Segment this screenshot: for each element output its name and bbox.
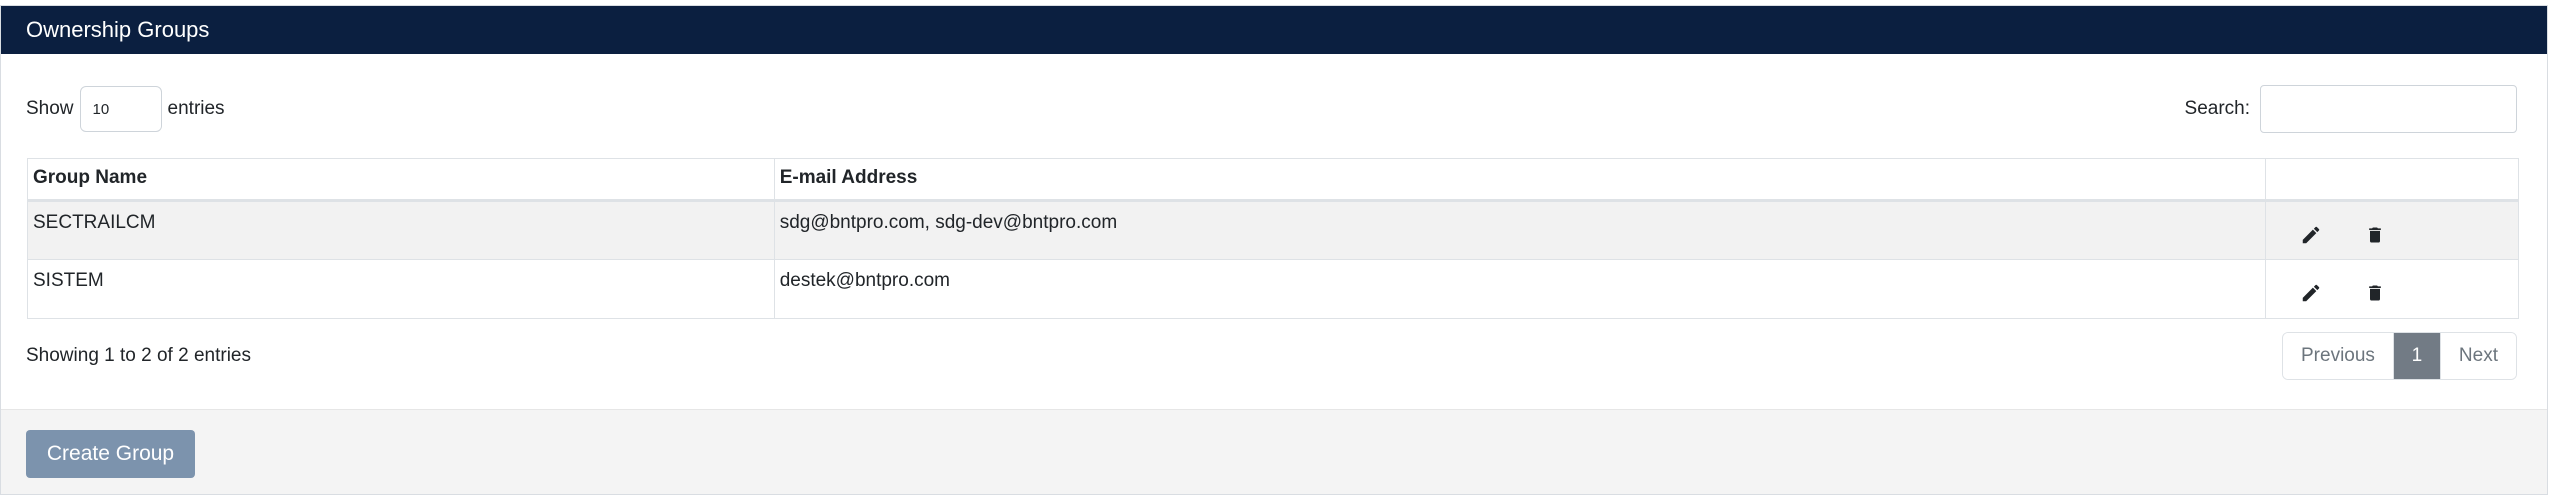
entries-per-page-value: 10 xyxy=(92,100,110,118)
previous-page-button[interactable]: Previous xyxy=(2283,333,2393,379)
actions-cell xyxy=(2265,259,2519,319)
entries-length-control: Show 10 entries xyxy=(26,86,225,132)
group-name-cell: SECTRAILCM xyxy=(27,200,775,260)
pencil-icon[interactable] xyxy=(2296,220,2326,250)
pagination: Previous 1 Next xyxy=(2282,332,2517,380)
next-page-button[interactable]: Next xyxy=(2439,333,2516,379)
column-header-group-name[interactable]: Group Name xyxy=(27,158,775,202)
table-controls: Show 10 entries Search: xyxy=(26,84,2517,134)
email-cell: sdg@bntpro.com, sdg-dev@bntpro.com xyxy=(773,200,2267,260)
show-label: Show xyxy=(26,98,74,119)
column-header-email[interactable]: E-mail Address xyxy=(773,158,2267,202)
pencil-icon[interactable] xyxy=(2296,278,2326,308)
search-input[interactable] xyxy=(2260,85,2517,133)
entries-label: entries xyxy=(167,98,225,119)
panel-header: Ownership Groups xyxy=(1,6,2547,54)
panel-footer xyxy=(1,409,2547,494)
search-control: Search: xyxy=(2185,85,2517,133)
ownership-groups-panel: Ownership Groups Show 10 entries Search:… xyxy=(0,5,2548,495)
create-group-button[interactable]: Create Group xyxy=(26,430,195,478)
table-row: SISTEM destek@bntpro.com xyxy=(27,259,2519,319)
trash-icon[interactable] xyxy=(2360,220,2390,250)
panel-title: Ownership Groups xyxy=(26,17,210,42)
trash-icon[interactable] xyxy=(2360,278,2390,308)
table-row: SECTRAILCM sdg@bntpro.com, sdg-dev@bntpr… xyxy=(27,200,2519,260)
entries-per-page-select[interactable]: 10 xyxy=(79,86,162,132)
group-name-cell: SISTEM xyxy=(27,259,775,319)
column-header-actions xyxy=(2265,158,2519,202)
table-header-row: Group Name E-mail Address xyxy=(27,158,2519,202)
actions-cell xyxy=(2265,200,2519,260)
table-info: Showing 1 to 2 of 2 entries xyxy=(26,345,251,366)
table-footer: Showing 1 to 2 of 2 entries Previous 1 N… xyxy=(26,331,2517,381)
email-cell: destek@bntpro.com xyxy=(773,259,2267,319)
page-1-button[interactable]: 1 xyxy=(2392,333,2440,379)
ownership-groups-table: Group Name E-mail Address SECTRAILCM sdg… xyxy=(27,158,2519,319)
search-label: Search: xyxy=(2184,98,2250,119)
